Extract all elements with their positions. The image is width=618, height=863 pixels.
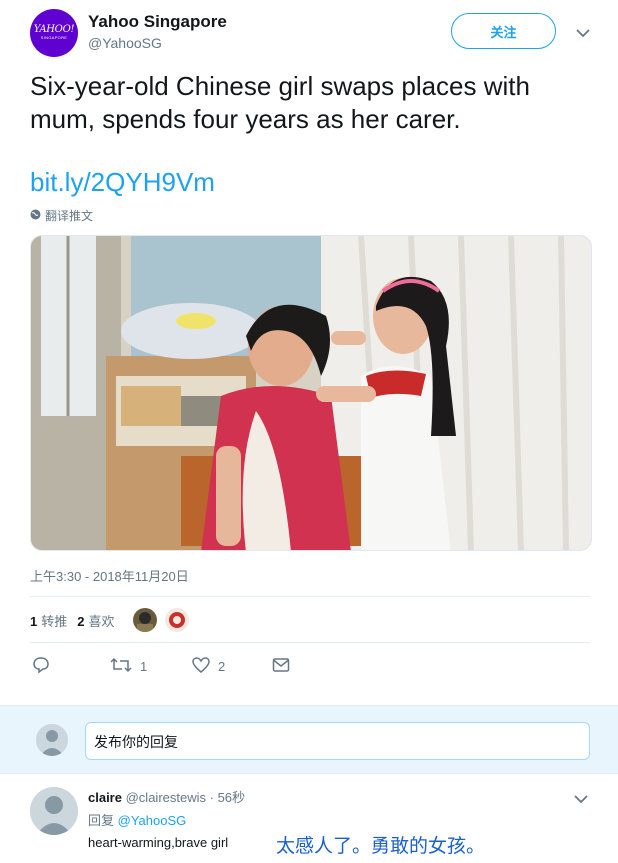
retweet-label: 转推	[41, 613, 68, 629]
chevron-down-icon[interactable]	[571, 789, 591, 809]
reply-avatar[interactable]	[30, 787, 78, 835]
reply-author-handle[interactable]: @clairestewis	[126, 790, 206, 805]
avatar-logo-text: YAHOO!	[33, 24, 75, 35]
reply-composer: 发布你的回复	[0, 705, 618, 774]
chevron-down-icon[interactable]	[573, 23, 593, 43]
liker-avatar[interactable]	[132, 608, 157, 632]
reply-time[interactable]: · 56秒	[210, 790, 245, 805]
liker-avatar[interactable]	[164, 608, 189, 632]
like-label: 喜欢	[88, 613, 115, 629]
reply-author-name[interactable]: claire	[88, 790, 122, 805]
like-action-count: 2	[218, 658, 226, 674]
tweet-text: Six-year-old Chinese girl swaps places w…	[30, 71, 530, 134]
reply-prefix: 回复	[88, 813, 115, 828]
retweet-button[interactable]: 1	[110, 654, 147, 678]
direct-message-button[interactable]	[272, 654, 290, 678]
like-count: 2	[77, 613, 85, 629]
translate-label: 翻译推文	[45, 209, 94, 223]
replying-to: 回复 @YahooSG	[88, 810, 186, 829]
like-stat[interactable]: 2 喜欢	[77, 611, 114, 630]
yahoo-avatar[interactable]: YAHOO! SINGAPORE	[30, 9, 78, 57]
retweet-count: 1	[30, 613, 38, 629]
reply-button[interactable]	[32, 654, 50, 678]
tweet-stats: 1 转推 2 喜欢	[30, 608, 189, 632]
tweet-link[interactable]: bit.ly/2QYH9Vm	[30, 167, 215, 198]
reply-to-handle[interactable]: @YahooSG	[118, 813, 187, 828]
reply-icon	[32, 656, 50, 677]
current-user-avatar	[36, 724, 68, 756]
retweet-icon	[110, 656, 132, 677]
follow-button[interactable]: 关注	[451, 13, 556, 49]
tweet-actions: 1 2	[30, 654, 590, 678]
retweet-action-count: 1	[140, 658, 148, 674]
photo-illustration	[31, 236, 591, 550]
reply-input[interactable]: 发布你的回复	[85, 722, 590, 760]
reply-text: heart-warming,brave girl	[88, 835, 229, 850]
envelope-icon	[272, 657, 290, 676]
tweet-header: YAHOO! SINGAPORE Yahoo Singapore @YahooS…	[30, 9, 600, 57]
translate-tweet[interactable]: 翻译推文	[30, 207, 93, 224]
like-button[interactable]: 2	[192, 654, 225, 678]
author-handle[interactable]: @YahooSG	[88, 35, 227, 51]
avatar-sub-text: SINGAPORE	[40, 35, 68, 40]
display-name[interactable]: Yahoo Singapore	[88, 12, 227, 32]
divider	[30, 642, 590, 643]
globe-icon	[30, 209, 41, 223]
reply-translation: 太感人了。勇敢的女孩。	[276, 835, 486, 857]
reply-header: claire @clairestewis · 56秒	[88, 787, 245, 806]
tweet-timestamp[interactable]: 上午3:30 - 2018年11月20日	[30, 566, 189, 585]
heart-icon	[192, 656, 210, 677]
tweet-photo[interactable]	[30, 235, 592, 551]
reply-tweet[interactable]: claire @clairestewis · 56秒 回复 @YahooSG h…	[0, 775, 618, 863]
author-block: Yahoo Singapore @YahooSG	[88, 12, 227, 51]
divider	[30, 596, 590, 597]
retweet-stat[interactable]: 1 转推	[30, 611, 67, 630]
